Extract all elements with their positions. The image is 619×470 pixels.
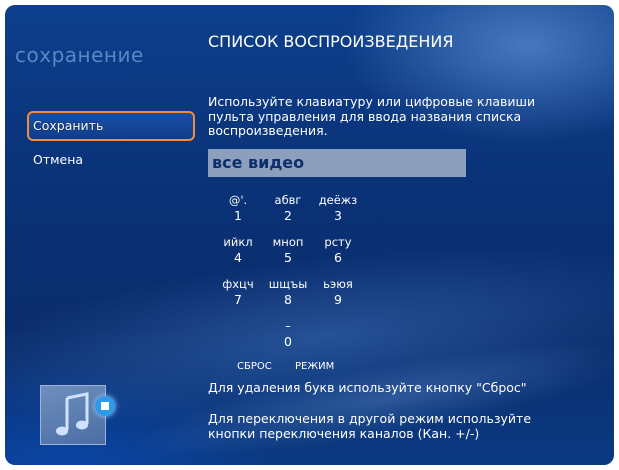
key-letters: абвг (274, 193, 302, 207)
cancel-button[interactable]: Отмена (29, 149, 194, 171)
delete-hint: Для удаления букв используйте кнопку "Сб… (208, 380, 527, 395)
key-letters: ийкл (223, 235, 253, 249)
key-digit: 8 (284, 292, 292, 307)
save-button[interactable]: Сохранить (27, 111, 195, 141)
keypad-key-8[interactable]: шщъы 8 (260, 277, 316, 307)
key-digit: 7 (234, 292, 242, 307)
keypad-key-9[interactable]: ьэюя 9 (310, 277, 366, 307)
key-letters: мноп (272, 235, 304, 249)
page-title: СПИСОК ВОСПРОИЗВЕДЕНИЯ (208, 32, 454, 51)
section-title: сохранение (15, 43, 144, 67)
mode-button[interactable]: РЕЖИМ (295, 361, 334, 372)
key-digit: 0 (284, 334, 292, 349)
key-digit: 6 (334, 250, 342, 265)
stop-badge-icon (95, 396, 115, 416)
save-button-label: Сохранить (33, 118, 104, 133)
key-digit: 4 (234, 250, 242, 265)
key-letters: – (285, 319, 291, 333)
key-letters: фхцч (222, 277, 254, 291)
media-center-screen: сохранение СПИСОК ВОСПРОИЗВЕДЕНИЯ Сохран… (5, 5, 614, 465)
cancel-button-label: Отмена (33, 152, 84, 167)
keypad-key-2[interactable]: абвг 2 (260, 193, 316, 223)
playlist-name-field[interactable]: все видео (208, 149, 466, 177)
key-digit: 3 (334, 208, 342, 223)
keypad-key-7[interactable]: фхцч 7 (210, 277, 266, 307)
keypad-key-3[interactable]: деёжз 3 (310, 193, 366, 223)
key-letters: рсту (324, 235, 352, 249)
music-note-icon (40, 385, 106, 445)
instructions-text: Используйте клавиатуру или цифровые клав… (208, 94, 536, 138)
key-digit: 5 (284, 250, 292, 265)
keypad-key-4[interactable]: ийкл 4 (210, 235, 266, 265)
key-digit: 2 (284, 208, 292, 223)
reset-button[interactable]: СБРОС (237, 361, 272, 372)
key-letters: деёжз (318, 193, 358, 207)
keypad-key-0[interactable]: – 0 (260, 319, 316, 349)
key-letters: ьэюя (323, 277, 353, 291)
key-letters: @'. (228, 193, 248, 207)
key-letters: шщъы (268, 277, 308, 291)
key-digit: 9 (334, 292, 342, 307)
key-digit: 1 (234, 208, 242, 223)
keypad-key-6[interactable]: рсту 6 (310, 235, 366, 265)
keypad-key-1[interactable]: @'. 1 (210, 193, 266, 223)
switch-mode-hint: Для переключения в другой режим использу… (208, 411, 532, 441)
keypad-key-5[interactable]: мноп 5 (260, 235, 316, 265)
